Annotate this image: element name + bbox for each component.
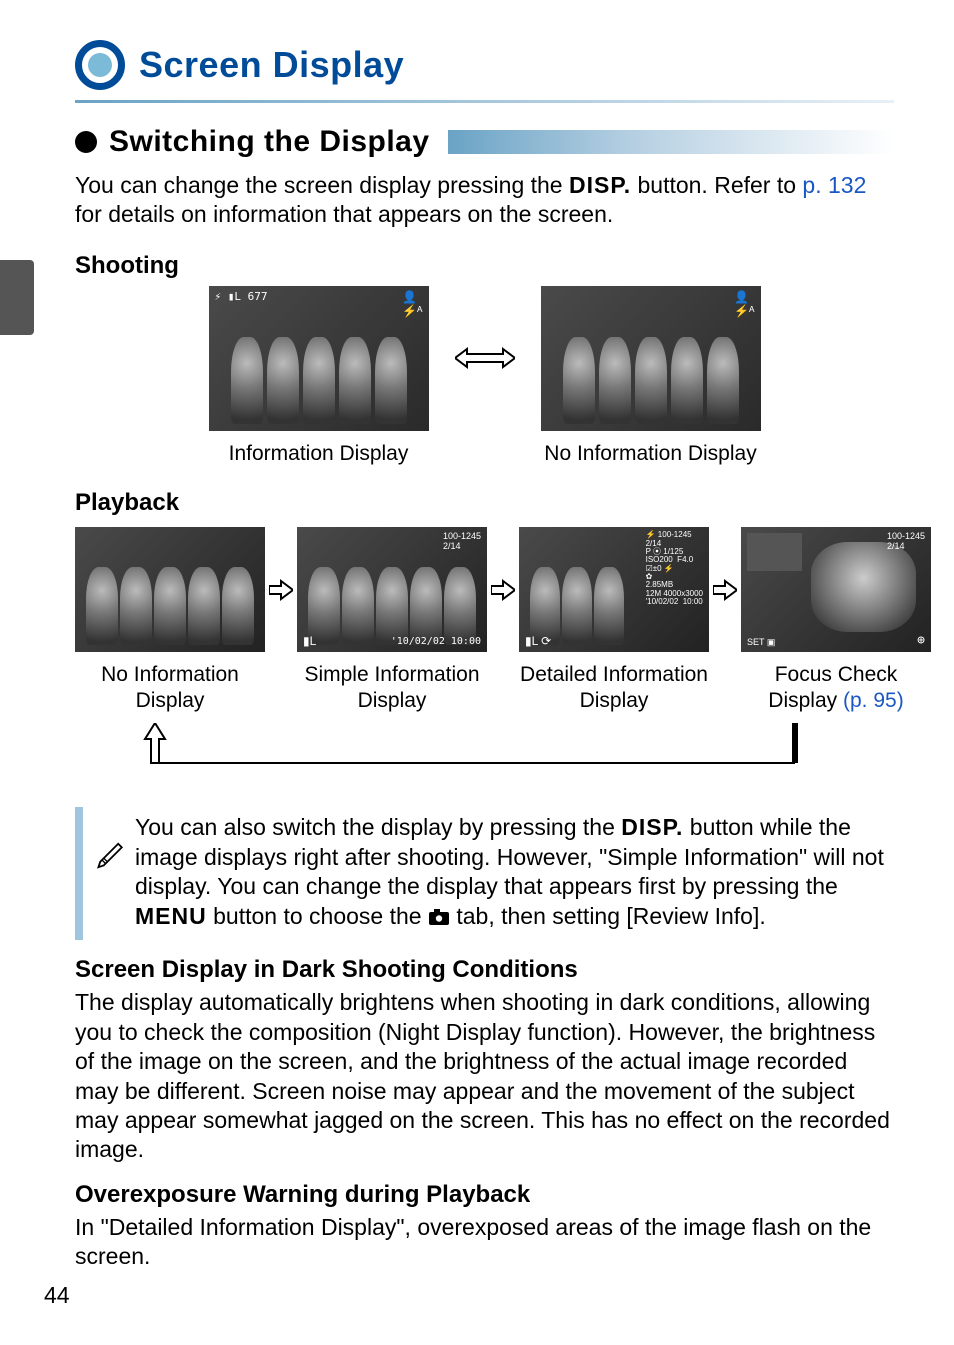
disp-button-label: DISP. [569,172,631,198]
note-box: You can also switch the display by press… [75,807,894,941]
shooting-heading: Shooting [75,252,894,280]
disp-button-label: DISP. [621,814,683,840]
intro-paragraph: You can change the screen display pressi… [75,171,894,230]
title-row: Screen Display [75,40,894,90]
page-ref-link[interactable]: p. 132 [802,172,866,198]
title-rule [75,100,894,103]
playback-heading: Playback [75,489,894,517]
lcd-noinfo-display: 👤⚡ᴬ [541,286,761,431]
pb-block-3: ⚡ 100-1245 2/14 P ⦿ 1/125 ISO200 F4.0 ☑±… [519,527,709,715]
pb-lcd-noinfo [75,527,265,652]
loopback-arrow-icon [75,723,895,793]
overlay-text: ▮L [303,634,316,648]
menu-button-label: MENU [135,903,207,929]
pb-caption-3: Detailed Information Display [519,662,709,715]
shooting-row: ⚡ ▮L 677 👤⚡ᴬ Information Display 👤⚡ᴬ No … [75,286,894,467]
pb-block-2: 100-1245 2/14 '10/02/02 10:00 ▮L Simple … [297,527,487,715]
pb-caption-2: Simple Information Display [297,662,487,715]
camera-icon [428,904,450,934]
pb-block-4: 100-1245 2/14 ⊕ SET ▣ Focus Check Displa… [741,527,931,715]
page: { "title": "Screen Display", "section1":… [0,0,954,1345]
heading-gradient [448,130,894,154]
intro-text-2: button. Refer to [631,172,802,198]
pb-lcd-simple: 100-1245 2/14 '10/02/02 10:00 ▮L [297,527,487,652]
section-row: Switching the Display [75,125,894,159]
pencil-note-icon [93,833,135,874]
page-title: Screen Display [139,44,404,86]
loopback-arrow [75,723,894,793]
note-part-1: You can also switch the display by press… [135,814,621,840]
pb-lcd-focus: 100-1245 2/14 ⊕ SET ▣ [741,527,931,652]
arrow-cell [269,527,293,652]
shooting-caption-1: Information Display [229,441,409,467]
lcd-info-display: ⚡ ▮L 677 👤⚡ᴬ [209,286,429,431]
overlay-text: '10/02/02 10:00 [391,636,481,648]
overlay-text: 100-1245 2/14 [887,531,925,551]
arrow-cell [713,527,737,652]
overexposure-body: In "Detailed Information Display", overe… [75,1213,894,1272]
intro-text-3: for details on information that appears … [75,201,613,227]
overlay-text: SET ▣ [747,637,775,648]
page-ref-link[interactable]: (p. 95) [843,689,904,712]
right-arrow-icon [269,579,293,601]
bullet-icon [75,131,97,153]
overlay-text: ⚡ ▮L 677 [215,290,268,303]
dark-body: The display automatically brightens when… [75,988,894,1165]
double-arrow-container [455,286,515,431]
note-text: You can also switch the display by press… [135,813,886,935]
double-arrow-icon [455,347,515,369]
overlay-text: ▮L ⟳ [525,634,551,648]
note-part-4: tab, then setting [Review Info]. [450,903,766,929]
intro-text-1: You can change the screen display pressi… [75,172,569,198]
shooting-info-block: ⚡ ▮L 677 👤⚡ᴬ Information Display [189,286,449,467]
side-tab [0,260,34,335]
person-icon: 👤⚡ᴬ [402,290,422,318]
playback-grid: No Information Display 100-1245 2/14 '10… [75,527,894,715]
person-icon: 👤⚡ᴬ [734,290,754,318]
pb-lcd-detailed: ⚡ 100-1245 2/14 P ⦿ 1/125 ISO200 F4.0 ☑±… [519,527,709,652]
page-number: 44 [44,1282,70,1309]
pb-caption-1: No Information Display [75,662,265,715]
dark-heading: Screen Display in Dark Shooting Conditio… [75,956,894,984]
pb-block-1: No Information Display [75,527,265,715]
shooting-caption-2: No Information Display [544,441,756,467]
note-part-3: button to choose the [207,903,428,929]
pb-caption-4: Focus Check Display (p. 95) [741,662,931,715]
right-arrow-icon [491,579,515,601]
circle-icon [75,40,125,90]
arrow-cell [491,527,515,652]
overexposure-heading: Overexposure Warning during Playback [75,1181,894,1209]
shooting-noinfo-block: 👤⚡ᴬ No Information Display [521,286,781,467]
right-arrow-icon [713,579,737,601]
overlay-text: 100-1245 2/14 [443,531,481,551]
section-heading: Switching the Display [109,125,430,159]
overlay-text: ⊕ [917,633,925,649]
overlay-text: ⚡ 100-1245 2/14 P ⦿ 1/125 ISO200 F4.0 ☑±… [646,531,703,607]
